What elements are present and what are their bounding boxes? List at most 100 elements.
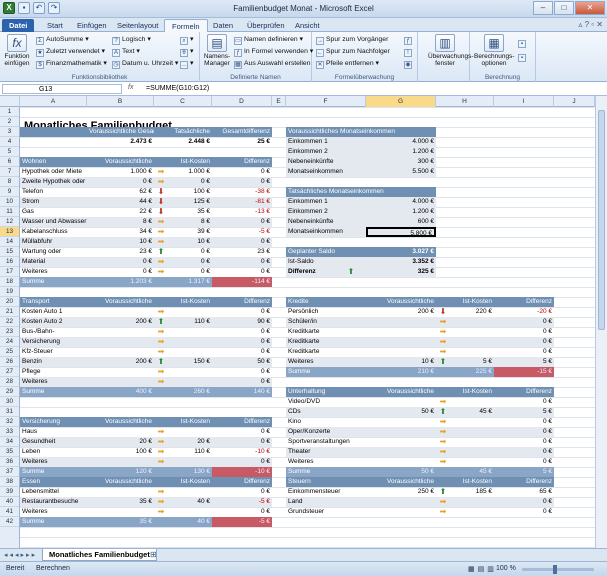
category-label[interactable]: Material [20, 257, 87, 267]
select-all-corner[interactable] [0, 96, 20, 107]
math-button[interactable]: θ ▾ [180, 47, 193, 57]
row-header[interactable]: 4 [0, 137, 19, 147]
category-label[interactable]: Weiteres [20, 457, 87, 467]
category-label[interactable]: Kino [286, 417, 366, 427]
table-title-versicherung[interactable]: Versicherung [20, 417, 87, 427]
expected-value[interactable] [87, 427, 154, 437]
difference-value[interactable]: 0 € [494, 317, 554, 327]
calc-now-button[interactable]: ▪ [518, 38, 528, 48]
sum-expected[interactable]: 1.203 € [87, 277, 154, 287]
difference-value[interactable]: 0 € [212, 327, 272, 337]
expected-value[interactable] [87, 337, 154, 347]
row-header[interactable]: 26 [0, 357, 19, 367]
row-header[interactable]: 7 [0, 167, 19, 177]
col-header-expected[interactable]: Voraussichtliche [366, 387, 436, 397]
difference-value[interactable]: 0 € [494, 507, 554, 517]
difference-value[interactable]: -5 € [212, 227, 272, 237]
name-box[interactable]: G13 [2, 84, 122, 94]
column-header-e[interactable]: E [272, 96, 286, 107]
category-label[interactable]: Telefon [20, 187, 87, 197]
calc-sheet-button[interactable]: ▪ [518, 52, 528, 62]
define-name-button[interactable]: ▭ Namen definieren ▾ [234, 35, 303, 45]
difference-value[interactable]: 0 € [212, 257, 272, 267]
calc-options-button[interactable]: ▦ Berechnungs-optionen [474, 34, 514, 67]
more-functions-button[interactable]: … ▾ [180, 59, 193, 69]
sheet-nav-arrows-icon[interactable]: ◂◂◂▸▸▸ [4, 551, 37, 559]
row-header[interactable]: 21 [0, 307, 19, 317]
income-label[interactable]: Monatseinkommen [286, 167, 366, 177]
category-label[interactable]: Wasser und Abwasser [20, 217, 87, 227]
difference-value[interactable]: -13 € [212, 207, 272, 217]
row-header[interactable]: 6 [0, 157, 19, 167]
expected-value[interactable] [87, 327, 154, 337]
column-header-c[interactable]: C [154, 96, 212, 107]
sum-actual[interactable]: 225 € [436, 367, 494, 377]
category-label[interactable]: Weiteres [20, 507, 87, 517]
income-value[interactable]: 1.200 € [366, 207, 436, 217]
col-header-expected[interactable]: Voraussichtliche [87, 477, 154, 487]
col-header-actual[interactable]: Ist-Kosten [436, 387, 494, 397]
category-label[interactable]: Grundsteuer [286, 507, 366, 517]
sum-difference[interactable]: 140 € [212, 387, 272, 397]
col-header-actual[interactable]: Ist-Kosten [154, 157, 212, 167]
summary-value-actual[interactable]: 2.448 € [154, 137, 212, 147]
row-header[interactable]: 41 [0, 507, 19, 517]
category-label[interactable]: Weiteres [286, 357, 366, 367]
difference-value[interactable]: 65 € [494, 487, 554, 497]
expected-value[interactable] [87, 307, 154, 317]
col-header-expected[interactable]: Voraussichtliche [366, 477, 436, 487]
expected-value[interactable] [87, 457, 154, 467]
row-header[interactable]: 27 [0, 367, 19, 377]
summary-header-diff[interactable]: Gesamtdifferenz [212, 127, 272, 137]
difference-value[interactable]: 23 € [212, 247, 272, 257]
col-header-actual[interactable]: Ist-Kosten [154, 477, 212, 487]
row-header[interactable]: 31 [0, 407, 19, 417]
help-icon[interactable]: ▵ ? ▫ ✕ [578, 20, 603, 29]
category-label[interactable]: Strom [20, 197, 87, 207]
difference-value[interactable]: 0 € [212, 457, 272, 467]
income-value[interactable]: 5.500 € [366, 167, 436, 177]
row-header[interactable]: 15 [0, 247, 19, 257]
col-header-actual[interactable]: Ist-Kosten [154, 297, 212, 307]
difference-value[interactable]: 0 € [212, 237, 272, 247]
category-label[interactable]: Kabelanschluss [20, 227, 87, 237]
category-label[interactable]: Kosten Auto 2 [20, 317, 87, 327]
row-header[interactable]: 14 [0, 237, 19, 247]
category-label[interactable]: Kreditkarte [286, 327, 366, 337]
col-header-difference[interactable]: Differenz [212, 297, 272, 307]
sum-difference[interactable]: -5 € [212, 517, 272, 527]
row-header[interactable]: 35 [0, 447, 19, 457]
sum-label[interactable]: Summe [286, 367, 366, 377]
expected-value[interactable] [366, 317, 436, 327]
worksheet-grid[interactable]: Monatliches Familienbudget Voraussichtli… [20, 107, 595, 548]
expected-value[interactable]: 22 € [87, 207, 154, 217]
row-header[interactable]: 32 [0, 417, 19, 427]
income-title-einkommen_vor[interactable]: Voraussichtliches Monatseinkommen [286, 127, 436, 137]
category-label[interactable]: Kreditkarte [286, 337, 366, 347]
difference-value[interactable]: 0 € [494, 397, 554, 407]
scrollbar-thumb[interactable] [598, 110, 605, 330]
difference-value[interactable]: 0 € [212, 487, 272, 497]
tab-page-layout[interactable]: Seitenlayout [110, 19, 165, 32]
expected-value[interactable]: 20 € [87, 437, 154, 447]
col-header-difference[interactable]: Differenz [494, 477, 554, 487]
summary-header-expected[interactable]: Voraussichtliche Gesamtkosten [87, 127, 154, 137]
difference-value[interactable]: 0 € [212, 337, 272, 347]
category-label[interactable]: Wartung oder [20, 247, 87, 257]
difference-value[interactable]: 0 € [494, 427, 554, 437]
expected-value[interactable]: 250 € [366, 487, 436, 497]
category-label[interactable]: Lebensmittel [20, 487, 87, 497]
difference-value[interactable]: 0 € [212, 217, 272, 227]
trace-dependents-button[interactable]: ← Spur zum Nachfolger [316, 47, 390, 57]
row-header[interactable]: 28 [0, 377, 19, 387]
category-label[interactable]: Benzin [20, 357, 87, 367]
difference-value[interactable]: 0 € [494, 457, 554, 467]
fx-icon[interactable]: fx [128, 84, 133, 91]
row-header[interactable]: 1 [0, 107, 19, 117]
col-header-actual[interactable]: Ist-Kosten [436, 297, 494, 307]
category-label[interactable]: Schüler/in [286, 317, 366, 327]
income-label[interactable]: Monatseinkommen [286, 227, 366, 237]
sum-label[interactable]: Summe [20, 517, 87, 527]
expected-value[interactable] [87, 507, 154, 517]
expected-value[interactable]: 0 € [87, 177, 154, 187]
